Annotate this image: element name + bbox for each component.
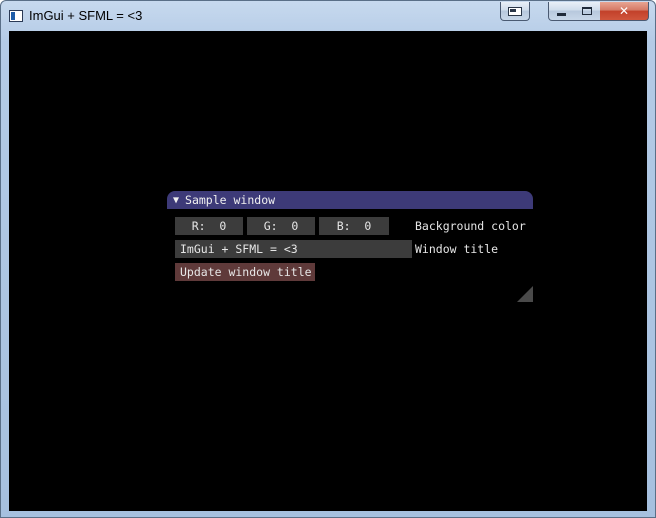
window-title-input[interactable]: ImGui + SFML = <3 bbox=[175, 240, 412, 258]
minimize-icon bbox=[557, 12, 566, 16]
render-area: ▼ Sample window R: 0 G: 0 B: 0 Backgroun… bbox=[9, 31, 647, 511]
imgui-title-bar[interactable]: ▼ Sample window bbox=[167, 191, 533, 209]
maximize-button[interactable] bbox=[574, 2, 601, 21]
imgui-window-title: Sample window bbox=[185, 193, 276, 207]
close-button[interactable]: ✕ bbox=[600, 2, 649, 21]
red-drag-input[interactable]: R: 0 bbox=[175, 217, 243, 235]
os-window-title: ImGui + SFML = <3 bbox=[29, 8, 143, 23]
window-title-label: Window title bbox=[415, 242, 499, 256]
red-value: R: 0 bbox=[191, 219, 227, 233]
update-window-title-button[interactable]: Update window title bbox=[175, 263, 315, 281]
os-window: ImGui + SFML = <3 ✕ ▼ Sample window R: 0… bbox=[0, 0, 656, 518]
os-title-bar[interactable]: ImGui + SFML = <3 ✕ bbox=[1, 1, 655, 31]
window-title-input-value: ImGui + SFML = <3 bbox=[180, 242, 298, 256]
extra-caption-button[interactable] bbox=[500, 2, 530, 21]
green-value: G: 0 bbox=[263, 219, 299, 233]
collapse-arrow-icon[interactable]: ▼ bbox=[173, 195, 179, 206]
blue-drag-input[interactable]: B: 0 bbox=[319, 217, 389, 235]
close-icon: ✕ bbox=[618, 4, 630, 18]
blue-value: B: 0 bbox=[336, 219, 372, 233]
app-icon[interactable] bbox=[9, 10, 23, 22]
minimize-button[interactable] bbox=[548, 2, 575, 21]
maximize-icon bbox=[582, 7, 592, 15]
green-drag-input[interactable]: G: 0 bbox=[247, 217, 315, 235]
window-switch-icon bbox=[508, 6, 522, 16]
imgui-sample-window: ▼ Sample window R: 0 G: 0 B: 0 Backgroun… bbox=[167, 191, 533, 302]
resize-grip[interactable] bbox=[517, 286, 533, 302]
background-color-label: Background color bbox=[415, 219, 526, 233]
